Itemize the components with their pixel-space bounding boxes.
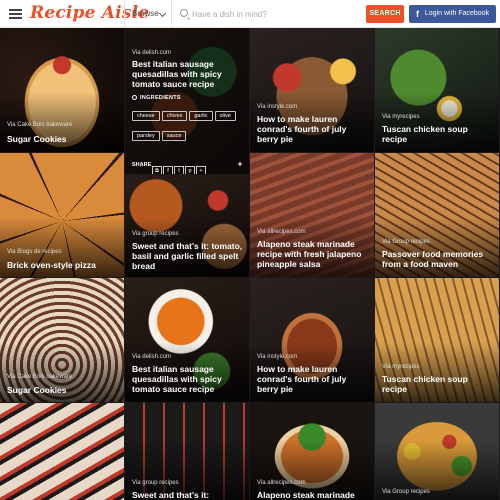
chevron-down-icon xyxy=(158,9,167,18)
search-button[interactable]: SEARCH xyxy=(366,5,404,23)
recipe-card[interactable]: Via group recipes Sweet and that's it: t… xyxy=(125,175,249,277)
ingredient-tag[interactable]: cheese xyxy=(132,111,160,121)
recipe-source: Via allrecipes.com xyxy=(257,229,306,235)
ingredient-tag[interactable]: olive xyxy=(214,111,236,121)
recipe-card[interactable]: Via Blogs de recipes Brick oven-style pi… xyxy=(0,153,124,277)
recipe-title: Sugar Cookies xyxy=(7,134,67,144)
ingredient-tag[interactable]: garlic xyxy=(189,111,213,121)
recipe-card[interactable] xyxy=(0,403,124,500)
search-icon xyxy=(180,9,188,17)
facebook-icon[interactable]: f xyxy=(163,166,173,174)
top-bar: Recipe Aisle Browse SEARCH f Login with … xyxy=(0,0,500,28)
recipe-source: Via Group recipes xyxy=(382,239,430,245)
recipe-card[interactable]: Via Group recipes xyxy=(375,403,499,500)
facebook-icon: f xyxy=(416,9,419,19)
recipe-source: Via group recipes xyxy=(132,231,179,237)
ingredients-icon xyxy=(132,95,137,100)
browse-label: Browse xyxy=(132,9,159,18)
recipe-card[interactable]: Via instyle.com How to make lauren conra… xyxy=(250,28,374,152)
recipe-title: Alapeno steak marinade xyxy=(257,490,355,500)
recipe-card[interactable]: Via myrecipes Tuscan chicken soup recipe xyxy=(375,278,499,402)
recipe-source: Via delish.com xyxy=(132,50,171,56)
recipe-card[interactable]: Via allrecipes.com Alapeno steak marinad… xyxy=(250,403,374,500)
recipe-source: Via myrecipes xyxy=(382,114,420,120)
recipe-card[interactable]: Via delish.com Best italian sausage ques… xyxy=(125,278,249,402)
recipe-title: Alapeno steak marinade recipe with fresh… xyxy=(257,239,362,269)
recipe-card[interactable]: Via Group recipes Passover food memories… xyxy=(375,153,499,277)
plus-icon[interactable]: + xyxy=(196,166,206,174)
recipe-title: How to make lauren conrad's fourth of ju… xyxy=(257,364,347,394)
recipe-source: Via Cake Bois bakeware xyxy=(7,122,73,128)
recipe-title: Sweet and that's it: tomato, basil and g… xyxy=(132,241,243,271)
ingredient-tag[interactable]: parsley xyxy=(132,131,160,141)
recipe-source: Via Cake Bois bakeware xyxy=(7,374,73,380)
recipe-title: How to make lauren conrad's fourth of ju… xyxy=(257,114,347,144)
facebook-login-button[interactable]: f Login with Facebook xyxy=(409,5,496,23)
recipe-card[interactable]: Via Cake Bois bakeware Sugar Cookies xyxy=(0,28,124,152)
menu-icon[interactable] xyxy=(9,9,22,19)
recipe-title: Passover food memories from a food maven xyxy=(382,249,484,269)
share-buttons: ⧉ f t p + xyxy=(152,159,207,174)
search-box xyxy=(176,5,362,23)
recipe-source: Via instyle.com xyxy=(257,104,298,110)
recipe-card[interactable]: Via instyle.com How to make lauren conra… xyxy=(250,278,374,402)
recipe-card[interactable]: Via Cake Bois bakeware Sugar Cookies xyxy=(0,278,124,402)
recipe-title: Tuscan chicken soup recipe xyxy=(382,124,468,144)
search-input[interactable] xyxy=(192,6,360,22)
recipe-grid: Via Cake Bois bakeware Sugar Cookies Via… xyxy=(0,28,500,500)
recipe-card[interactable]: Via allrecipes.com Alapeno steak marinad… xyxy=(250,153,374,277)
recipe-source: Via delish.com xyxy=(132,354,171,360)
recipe-card[interactable]: Via group recipes Sweet and that's it: xyxy=(125,403,249,500)
ingredients-heading: INGREDIENTS xyxy=(132,95,181,101)
sparkle-icon[interactable] xyxy=(237,161,243,167)
ingredient-tag[interactable]: chives xyxy=(161,111,188,121)
browse-dropdown[interactable]: Browse xyxy=(124,0,172,28)
twitter-icon[interactable]: t xyxy=(174,166,184,174)
recipe-source: Via allrecipes.com xyxy=(257,480,306,486)
recipe-source: Via group recipes xyxy=(132,480,179,486)
facebook-login-label: Login with Facebook xyxy=(424,10,490,17)
recipe-title: Tuscan chicken soup recipe xyxy=(382,374,468,394)
share-label: SHARE xyxy=(132,162,152,168)
recipe-source: Via Group recipes xyxy=(382,489,430,495)
recipe-source: Via myrecipes xyxy=(382,364,420,370)
recipe-title: Sugar Cookies xyxy=(7,385,67,395)
recipe-source: Via instyle.com xyxy=(257,354,298,360)
ingredient-tags: cheese chives garlic olive parsley sauce xyxy=(132,104,244,144)
recipe-title: Best italian sausage quesadillas with sp… xyxy=(132,59,222,89)
recipe-photo xyxy=(0,403,124,500)
recipe-card[interactable]: Via myrecipes Tuscan chicken soup recipe xyxy=(375,28,499,152)
pinterest-icon[interactable]: p xyxy=(185,166,195,174)
recipe-title: Best italian sausage quesadillas with sp… xyxy=(132,364,222,394)
recipe-card-expanded[interactable]: Via delish.com Best italian sausage ques… xyxy=(125,28,249,174)
recipe-source: Via Blogs de recipes xyxy=(7,249,62,255)
ingredient-tag[interactable]: sauce xyxy=(161,131,187,141)
recipe-title: Brick oven-style pizza xyxy=(7,260,96,270)
copy-icon[interactable]: ⧉ xyxy=(152,166,162,174)
recipe-title: Sweet and that's it: xyxy=(132,490,210,500)
